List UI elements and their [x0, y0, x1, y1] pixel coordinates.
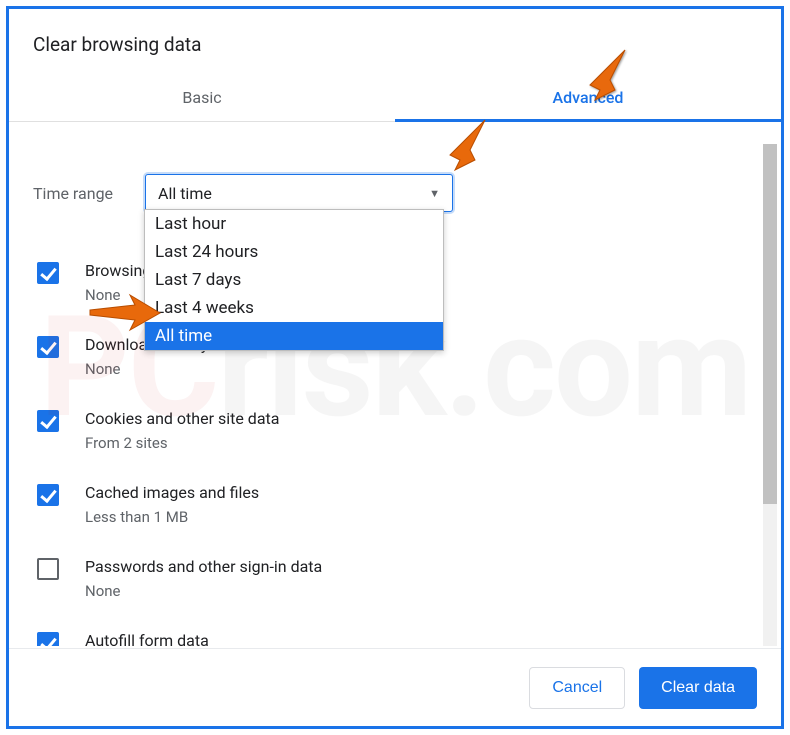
item-subtitle: None — [85, 582, 757, 600]
list-item: Cached images and files Less than 1 MB — [33, 470, 757, 544]
time-range-dropdown: Last hour Last 24 hours Last 7 days Last… — [144, 209, 444, 351]
item-title: Cached images and files — [85, 482, 757, 504]
item-title: Passwords and other sign-in data — [85, 556, 757, 578]
dropdown-option-all-time[interactable]: All time — [145, 322, 443, 350]
list-item: Autofill form data — [33, 618, 757, 646]
list-item: Passwords and other sign-in data None — [33, 544, 757, 618]
tabs: Basic Advanced — [9, 76, 781, 122]
item-subtitle: None — [85, 360, 757, 378]
scroll-area: Time range All time ▼ Last hour Last 24 … — [9, 144, 781, 646]
item-subtitle: From 2 sites — [85, 434, 757, 452]
checkbox-download-history[interactable] — [37, 336, 59, 358]
item-title: Cookies and other site data — [85, 408, 757, 430]
checkbox-passwords[interactable] — [37, 558, 59, 580]
dialog-frame: PCrisk.com Clear browsing data Basic Adv… — [6, 6, 784, 729]
item-title: Autofill form data — [85, 630, 757, 646]
time-range-row: Time range All time ▼ Last hour Last 24 … — [33, 174, 757, 212]
checkbox-browsing-history[interactable] — [37, 262, 59, 284]
chevron-down-icon: ▼ — [429, 187, 440, 200]
tab-basic[interactable]: Basic — [9, 76, 395, 121]
time-range-label: Time range — [33, 184, 145, 203]
tab-advanced[interactable]: Advanced — [395, 76, 781, 121]
dropdown-option-last-4-weeks[interactable]: Last 4 weeks — [145, 294, 443, 322]
dropdown-option-last-hour[interactable]: Last hour — [145, 210, 443, 238]
cancel-button[interactable]: Cancel — [529, 667, 625, 709]
dialog-footer: Cancel Clear data — [9, 648, 781, 726]
time-range-select[interactable]: All time ▼ Last hour Last 24 hours Last … — [145, 174, 453, 212]
checkbox-cookies[interactable] — [37, 410, 59, 432]
checkbox-cached-images[interactable] — [37, 484, 59, 506]
dropdown-option-last-7-days[interactable]: Last 7 days — [145, 266, 443, 294]
dialog-title: Clear browsing data — [9, 9, 781, 76]
clear-data-button[interactable]: Clear data — [639, 667, 757, 709]
content: Time range All time ▼ Last hour Last 24 … — [9, 144, 781, 646]
dropdown-option-last-24-hours[interactable]: Last 24 hours — [145, 238, 443, 266]
item-subtitle: Less than 1 MB — [85, 508, 757, 526]
time-range-value: All time — [158, 184, 429, 203]
checkbox-autofill[interactable] — [37, 632, 59, 646]
list-item: Cookies and other site data From 2 sites — [33, 396, 757, 470]
scrollbar-thumb[interactable] — [763, 144, 777, 504]
